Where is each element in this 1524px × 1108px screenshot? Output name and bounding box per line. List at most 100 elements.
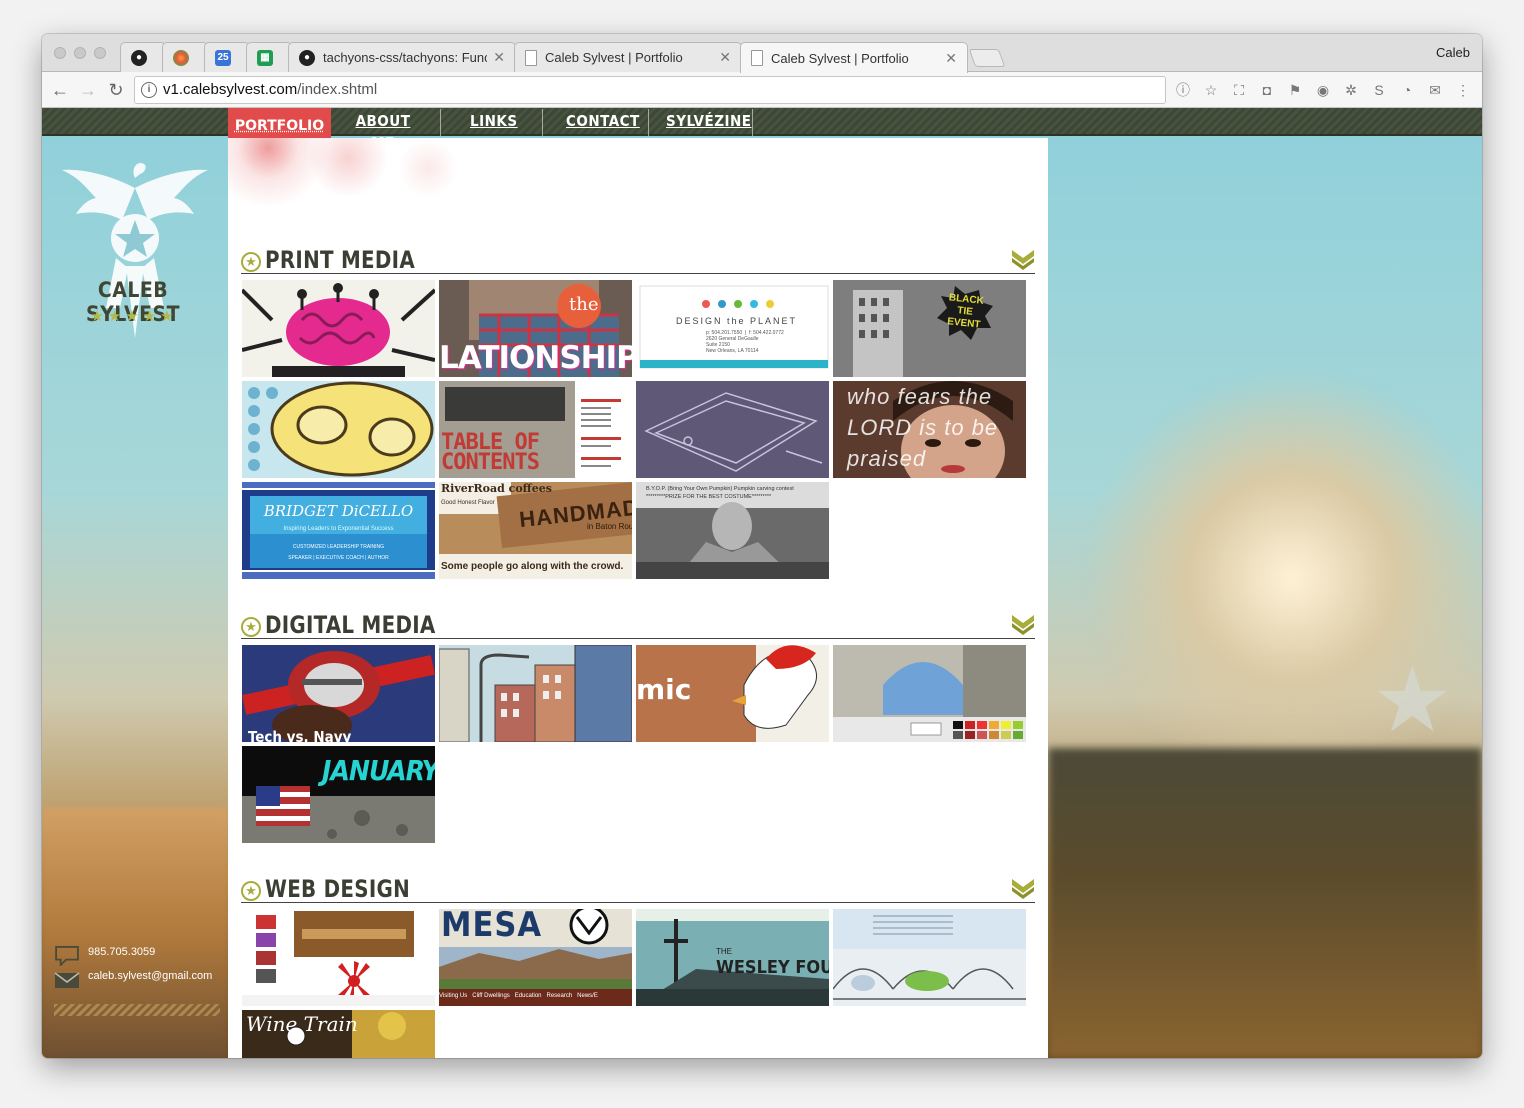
close-tab-icon[interactable]: ✕ [719,49,731,66]
business-card-image [636,280,829,377]
thumb-wesley-foundation-site[interactable]: THE WESLEY FOUND [636,909,829,1006]
thumb-subtitle: SPEAKER | EXECUTIVE COACH | AUTHOR [288,555,389,561]
thumb-city-street[interactable] [439,645,632,742]
plugin-icon[interactable]: ✲ [1342,81,1360,99]
browser-toolbar: ← → ↻ i v1.calebsylvest.com/index.shtml … [42,72,1482,108]
flag-icon[interactable]: ⚑ [1286,81,1304,99]
tab-app[interactable] [162,42,208,72]
thumb-caption: who fears the LORD is to be praised [847,384,999,471]
reload-icon[interactable]: ↻ [104,78,128,102]
star-badge-icon: ★ [241,617,261,637]
thumb-yellow-character[interactable] [242,381,435,478]
zoom-window-button[interactable] [94,47,106,59]
tab-title: tachyons-css/tachyons: Funct [323,50,488,65]
section-title: PRINT MEDIA [265,246,415,274]
camera-icon[interactable]: ◉ [1314,81,1332,99]
site-info-icon[interactable]: i [141,82,157,98]
thumb-design-the-planet[interactable]: DESIGN the PLANET p: 504.201.7550 | f: 5… [636,280,829,377]
nav-about[interactable]: ABOUT ME [354,110,412,152]
section-title: DIGITAL MEDIA [265,611,436,639]
menu-dots-icon[interactable]: ⋮ [1454,81,1472,99]
close-window-button[interactable] [54,47,66,59]
decorative-stripe [54,1004,220,1016]
thumb-nav-text: Visiting Us Cliff Dwellings Education Re… [439,993,598,999]
email-address[interactable]: caleb.sylvest@gmail.com [88,970,212,982]
address-bar[interactable]: i v1.calebsylvest.com/index.shtml [134,76,1166,104]
mail-icon[interactable]: ✉ [1426,81,1444,99]
background-photo-field [42,808,228,1058]
thumb-table-of-contents[interactable]: TABLE OF CONTENTS [439,381,632,478]
new-tab-button[interactable] [968,49,1006,67]
thumb-mesa-verde-site[interactable]: MESA Visiting Us Cliff Dwellings Educati… [439,909,632,1006]
thumb-riverroad-coffees[interactable]: RiverRoad coffees Good Honest Flavor HAN… [439,482,632,579]
tab-tachyons[interactable]: ● tachyons-css/tachyons: Funct ✕ [288,42,516,72]
arch-photo-image [833,645,1026,742]
speech-bubble-icon [55,946,79,966]
close-tab-icon[interactable]: ✕ [493,49,505,66]
tab-portfolio-1[interactable]: Caleb Sylvest | Portfolio ✕ [514,42,742,72]
thumb-band-website[interactable] [242,909,435,1006]
thumb-caption: Wine Train [246,1012,358,1036]
bookmark-star-icon[interactable]: ☆ [1202,81,1220,99]
s-extension-icon[interactable]: S [1370,81,1388,99]
star-badge-icon: ★ [241,252,261,272]
colored-logo-icon [173,49,189,66]
thumb-subtitle: Inspiring Leaders to Exponential Success [283,526,394,532]
minimize-window-button[interactable] [74,47,86,59]
tab-portfolio-active[interactable]: Caleb Sylvest | Portfolio ✕ [740,42,968,73]
thumb-wine-train-site[interactable]: Wine Train [242,1010,435,1058]
thumb-who-fears-the-lord[interactable]: who fears the LORD is to be praised [833,381,1026,478]
thumb-small-text: B.Y.O.P. (Bring Your Own Pumpkin) Pumpki… [646,486,794,500]
thumb-architecture-site[interactable] [833,909,1026,1006]
architecture-sketch-image [833,909,1026,1006]
thumb-caption: LATIONSHIP [439,340,632,376]
double-chevron-down-icon[interactable] [1011,875,1035,899]
thumb-relationship-poster[interactable]: the LATIONSHIP [439,280,632,377]
yellow-character-image [242,381,435,478]
profile-name[interactable]: Caleb [1436,45,1470,60]
envelope-icon [54,972,80,988]
tab-calendar[interactable]: 25 [204,42,250,72]
forward-arrow-icon[interactable]: → [76,78,100,102]
nav-divider [752,109,753,136]
tab-strip: ● 25 ▦ ● tachyons-css/tachyons: Funct ✕ … [42,34,1482,73]
nav-links[interactable]: LINKS [470,110,517,136]
thumb-rooster-illustration[interactable]: mic [636,645,829,742]
thumb-caption: mic [636,673,692,706]
thumb-subtitle: Good Honest Flavor [441,500,495,506]
thumb-caption: DESIGN the PLANET [676,316,798,326]
github-icon: ● [131,49,147,66]
section-header-web: ★ WEB DESIGN [241,873,1035,903]
double-chevron-down-icon[interactable] [1011,246,1035,270]
close-tab-icon[interactable]: ✕ [945,50,957,67]
nav-contact[interactable]: CONTACT [566,110,639,136]
screenshot-icon[interactable]: ⛶ [1230,81,1248,99]
band-website-image [242,909,435,1006]
pocket-icon[interactable]: ◘ [1258,81,1276,99]
double-chevron-down-icon[interactable] [1011,611,1035,635]
thumb-black-tie-event[interactable]: BLACK TIE EVENT [833,280,1026,377]
tab-title: Caleb Sylvest | Portfolio [545,50,683,65]
thumb-brain-illustration[interactable] [242,280,435,377]
brain-illustration-image [242,280,435,377]
thumb-caption: Tech vs. Navy [248,728,352,742]
thumb-subtitle: THE [716,947,732,956]
back-arrow-icon[interactable]: ← [48,78,72,102]
nav-sylvezine[interactable]: SYLVÉZINE [666,110,751,136]
thumb-tablet-sketch[interactable] [636,381,829,478]
thumb-byop-pumpkin[interactable]: B.Y.O.P. (Bring Your Own Pumpkin) Pumpki… [636,482,829,579]
nav-divider [542,109,543,136]
phone-number[interactable]: 985.705.3059 [88,946,155,958]
tab-sheets[interactable]: ▦ [246,42,292,72]
thumb-tech-vs-navy[interactable]: Tech vs. Navy [242,645,435,742]
thumb-caption: BRIDGET DiCELLO [263,502,414,520]
password-key-icon[interactable]: ⓘ [1174,81,1192,99]
tab-github[interactable]: ● [120,42,166,72]
speed-gauge-icon[interactable]: ◔ [1398,81,1416,99]
thumb-january-moon[interactable]: JANUARY 20 [242,746,435,843]
thumb-bridget-dicello[interactable]: BRIDGET DiCELLO Inspiring Leaders to Exp… [242,482,435,579]
portfolio-main: ★ PRINT MEDIA the LATIONSHIP DESIGN the … [228,138,1048,1058]
url-text: v1.calebsylvest.com/index.shtml [163,81,378,98]
background-photo-shadow [1048,748,1482,1058]
thumb-arch-photo-editor[interactable] [833,645,1026,742]
